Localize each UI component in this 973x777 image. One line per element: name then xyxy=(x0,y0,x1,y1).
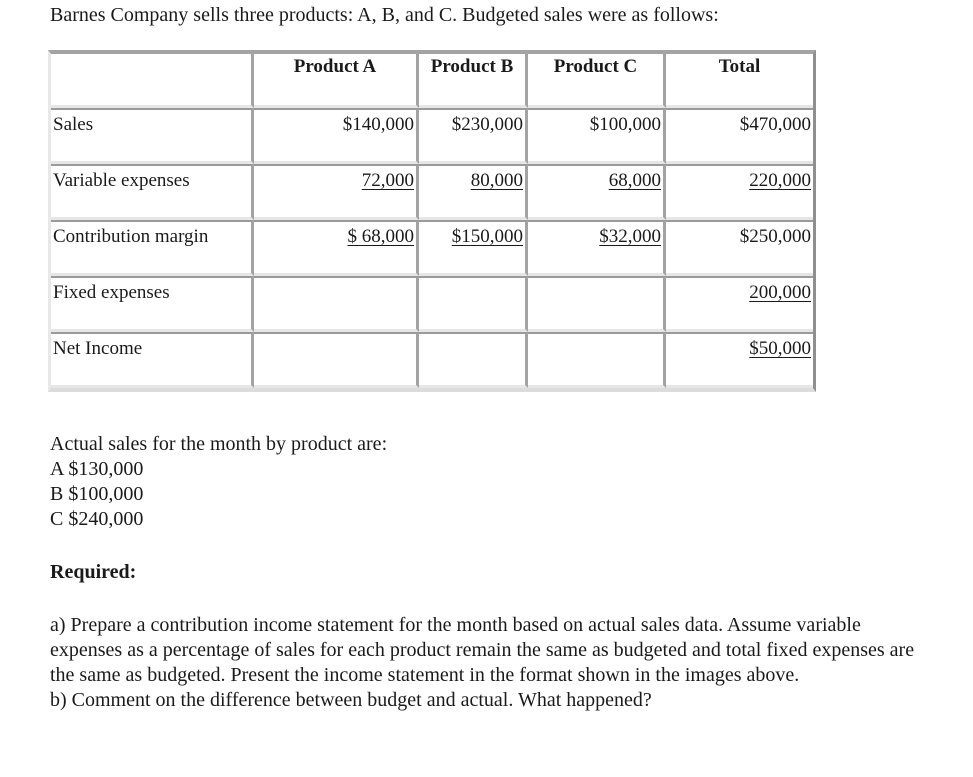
cell-product-a: 72,000 xyxy=(254,164,419,220)
cell-total: 220,000 xyxy=(666,164,813,220)
row-label: Net Income xyxy=(51,332,254,388)
cell-product-c: $100,000 xyxy=(528,108,666,164)
value: $ 68,000 xyxy=(347,226,415,247)
header-product-b: Product B xyxy=(419,54,528,108)
table-row-sales: Sales $140,000 $230,000 $100,000 $470,00… xyxy=(51,108,813,164)
cell-product-b: $150,000 xyxy=(419,220,528,276)
value: 80,000 xyxy=(470,170,523,191)
table-row-variable-expenses: Variable expenses 72,000 80,000 68,000 2… xyxy=(51,164,813,220)
cell-total: 200,000 xyxy=(666,276,813,332)
header-total: Total xyxy=(666,54,813,108)
table-row-net-income: Net Income $50,000 xyxy=(51,332,813,388)
requirements: a) Prepare a contribution income stateme… xyxy=(50,613,930,713)
value: $100,000 xyxy=(589,114,661,135)
value: $140,000 xyxy=(342,114,414,135)
value: $50,000 xyxy=(749,338,811,359)
cell-total: $50,000 xyxy=(666,332,813,388)
cell-product-a: $140,000 xyxy=(254,108,419,164)
cell-product-b: $230,000 xyxy=(419,108,528,164)
value: $32,000 xyxy=(599,226,661,247)
row-label: Variable expenses xyxy=(51,164,254,220)
cell-product-a: $ 68,000 xyxy=(254,220,419,276)
value: $230,000 xyxy=(451,114,523,135)
cell-total: $470,000 xyxy=(666,108,813,164)
cell-product-b: 80,000 xyxy=(419,164,528,220)
requirement-b: b) Comment on the difference between bud… xyxy=(50,689,652,711)
budget-table: Product A Product B Product C Total Sale… xyxy=(48,50,816,392)
value: $250,000 xyxy=(739,226,811,247)
value: $470,000 xyxy=(739,114,811,135)
value: 220,000 xyxy=(749,170,811,191)
cell-product-a xyxy=(254,276,419,332)
table-row-fixed-expenses: Fixed expenses 200,000 xyxy=(51,276,813,332)
actual-sales-item: B $100,000 xyxy=(50,483,144,505)
value: 200,000 xyxy=(749,282,811,303)
value: $150,000 xyxy=(451,226,523,247)
value: 68,000 xyxy=(608,170,661,191)
row-label: Fixed expenses xyxy=(51,276,254,332)
actual-sales-item: A $130,000 xyxy=(50,458,144,480)
cell-product-c xyxy=(528,276,666,332)
row-label: Contribution margin xyxy=(51,220,254,276)
table-row-contribution-margin: Contribution margin $ 68,000 $150,000 $3… xyxy=(51,220,813,276)
required-heading: Required: xyxy=(50,561,137,583)
value: 72,000 xyxy=(361,170,414,191)
cell-product-c: $32,000 xyxy=(528,220,666,276)
cell-product-c: 68,000 xyxy=(528,164,666,220)
cell-product-a xyxy=(254,332,419,388)
cell-product-b xyxy=(419,276,528,332)
actual-sales-item: C $240,000 xyxy=(50,508,144,530)
actual-sales-section: Actual sales for the month by product ar… xyxy=(50,432,387,532)
cell-product-b xyxy=(419,332,528,388)
header-blank xyxy=(51,54,254,108)
cell-total: $250,000 xyxy=(666,220,813,276)
row-label: Sales xyxy=(51,108,254,164)
actual-sales-heading: Actual sales for the month by product ar… xyxy=(50,433,388,455)
table-header-row: Product A Product B Product C Total xyxy=(51,54,813,108)
header-product-a: Product A xyxy=(254,54,419,108)
intro-text: Barnes Company sells three products: A, … xyxy=(50,4,719,26)
cell-product-c xyxy=(528,332,666,388)
header-product-c: Product C xyxy=(528,54,666,108)
requirement-a: a) Prepare a contribution income stateme… xyxy=(50,614,915,686)
